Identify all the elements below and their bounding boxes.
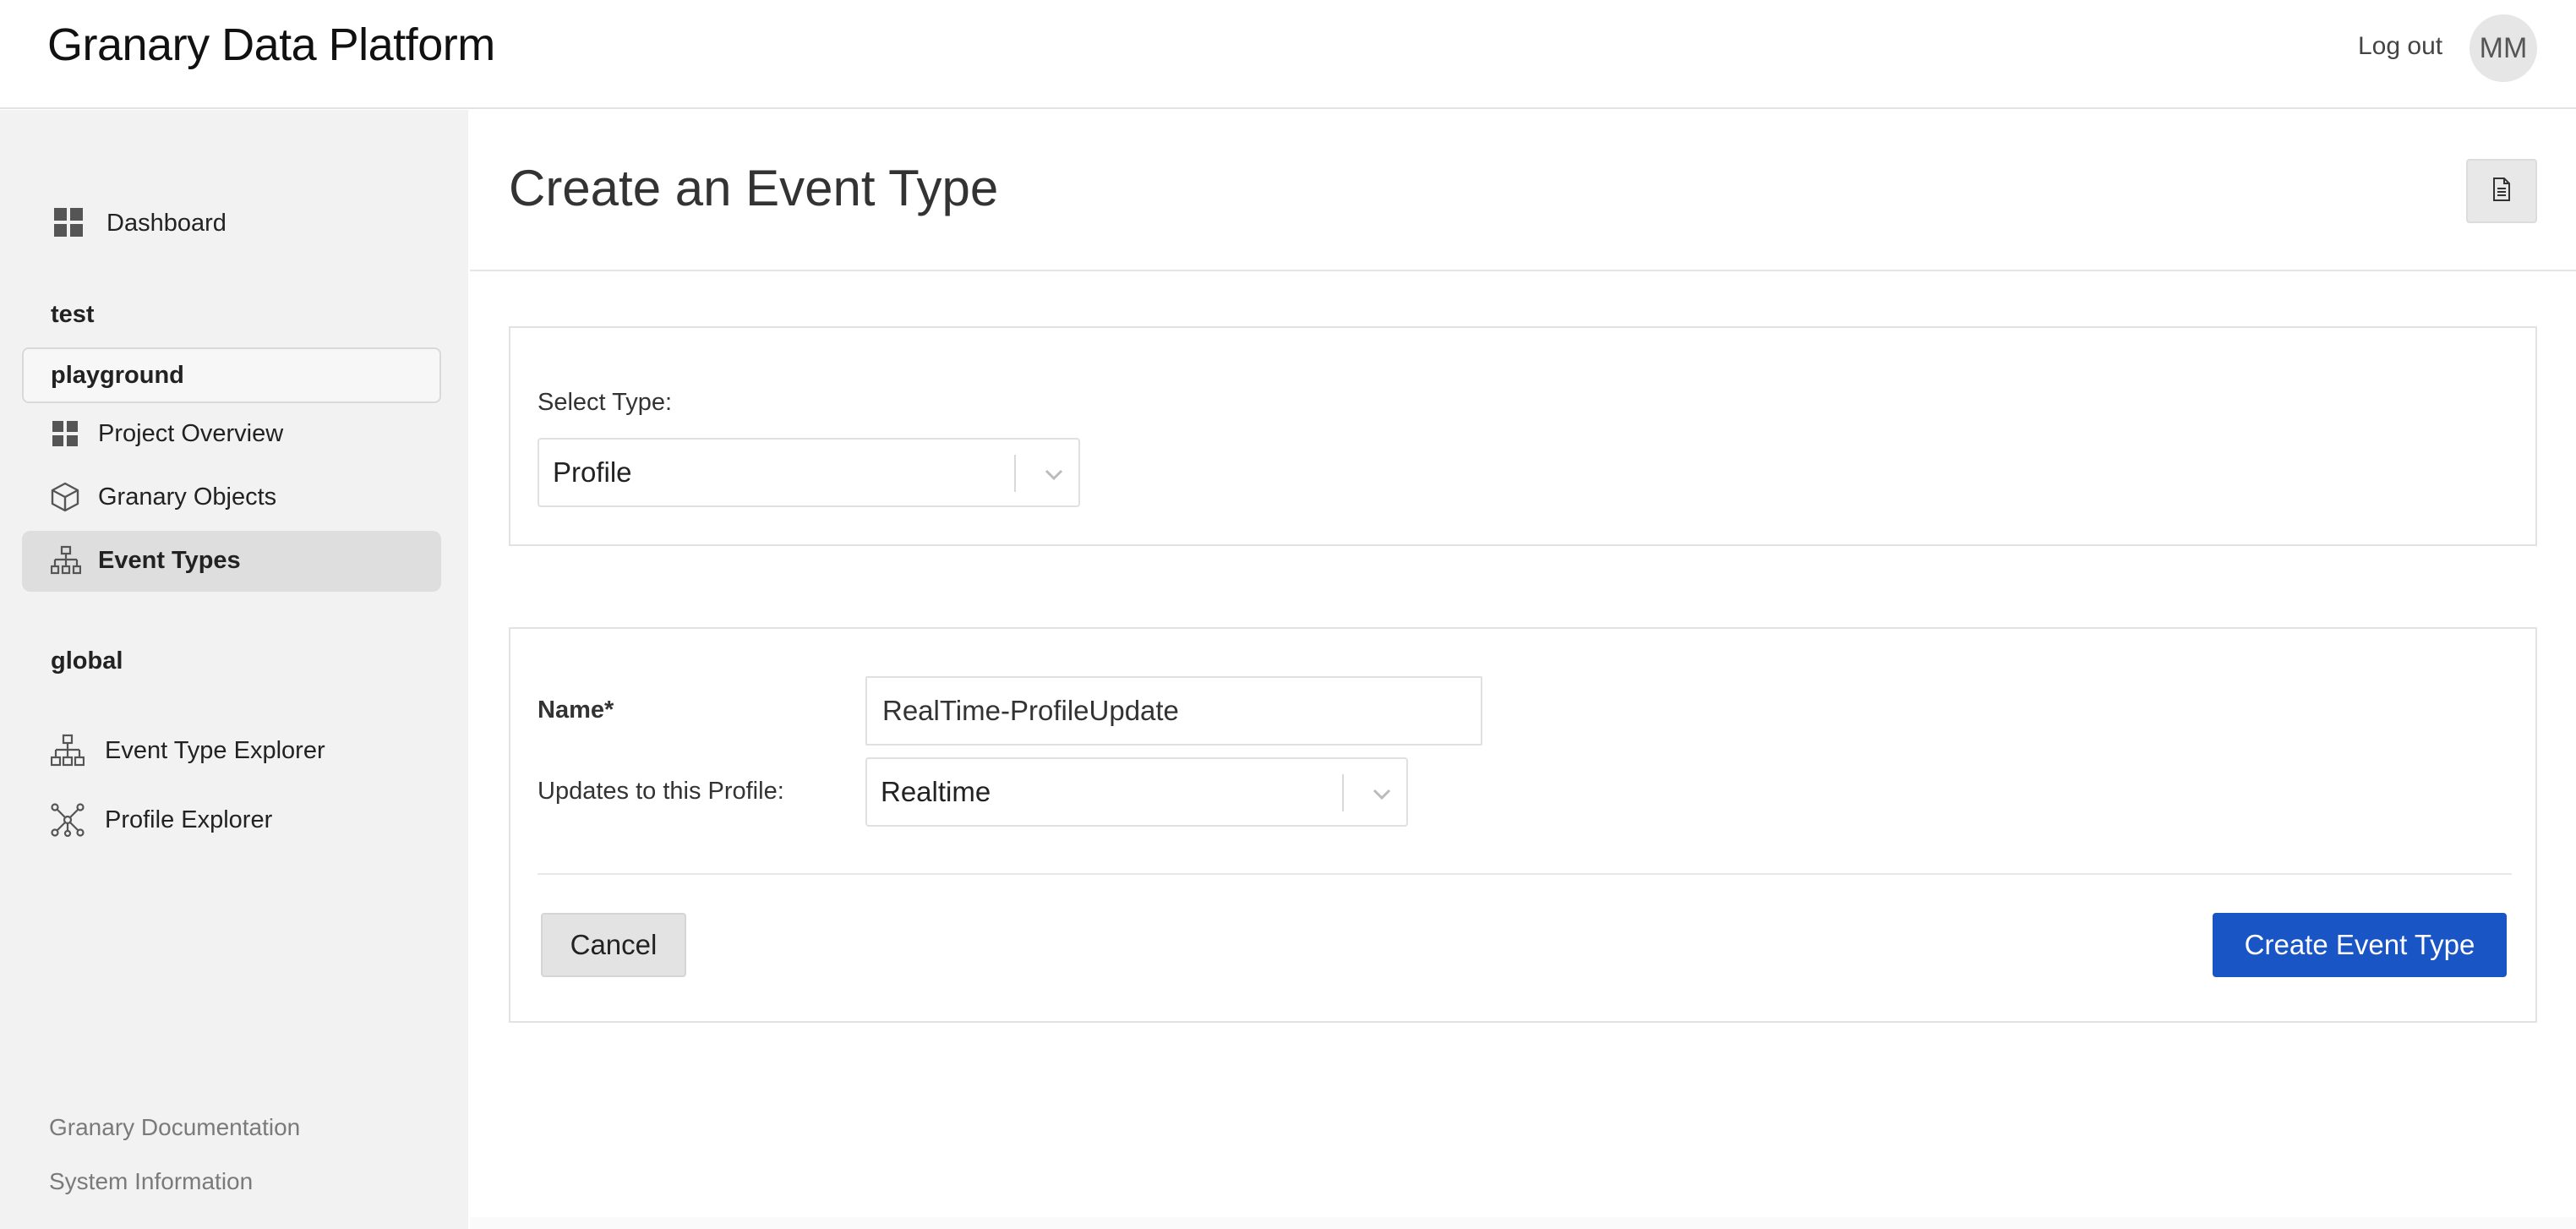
dashboard-icon [52,206,86,240]
type-selection-panel: Select Type: Profile [509,326,2537,546]
select-type-label: Select Type: [538,389,673,416]
page-title: Create an Event Type [509,160,999,216]
updates-label: Updates to this Profile: [538,778,784,805]
sidebar-item-event-type-explorer[interactable]: Event Type Explorer [51,734,325,767]
top-bar: Granary Data Platform Log out MM [0,0,2576,109]
name-label: Name* [538,696,614,724]
updates-select[interactable]: Realtime [865,757,1408,827]
select-separator [1342,774,1344,811]
hierarchy-icon [51,734,85,767]
cube-icon [51,482,79,512]
project-name: playground [51,361,184,389]
sidebar-item-granary-objects[interactable]: Granary Objects [51,482,276,512]
grid-icon [51,419,79,448]
cancel-button[interactable]: Cancel [541,913,686,977]
project-selector[interactable]: playground [22,347,441,403]
sidebar-item-label: Dashboard [106,209,226,237]
sidebar-item-label: Granary Objects [98,483,277,511]
page-header: Create an Event Type [470,110,2576,271]
type-select-value: Profile [553,456,632,488]
sidebar-item-label: Event Types [98,546,241,574]
documentation-link[interactable]: Granary Documentation [49,1114,300,1141]
documentation-button[interactable] [2466,159,2537,223]
system-information-link[interactable]: System Information [49,1168,253,1195]
type-select[interactable]: Profile [538,438,1080,507]
section-heading-global: global [51,647,123,675]
sidebar-item-project-overview[interactable]: Project Overview [51,419,283,448]
sidebar: Dashboard test playground Project Overvi… [0,110,468,1229]
logout-link[interactable]: Log out [2358,32,2442,61]
hierarchy-icon [51,545,81,576]
select-separator [1014,455,1016,492]
sidebar-item-label: Profile Explorer [105,806,273,833]
sidebar-item-dashboard[interactable]: Dashboard [52,206,226,240]
app-title: Granary Data Platform [47,19,495,70]
chevron-down-icon[interactable] [1041,462,1067,487]
updates-select-value: Realtime [881,776,991,807]
section-heading-test: test [51,301,95,328]
sidebar-item-profile-explorer[interactable]: Profile Explorer [51,803,272,837]
event-type-form: Name* Updates to this Profile: Realtime … [509,627,2537,1023]
sidebar-item-label: Event Type Explorer [105,736,325,764]
create-event-type-button[interactable]: Create Event Type [2213,913,2507,977]
footer-strip [470,1217,2576,1229]
document-icon [2491,177,2512,206]
avatar[interactable]: MM [2470,14,2537,82]
sidebar-item-event-types[interactable]: Event Types [51,545,241,576]
name-input[interactable] [865,676,1482,746]
sidebar-item-label: Project Overview [98,419,284,447]
chevron-down-icon[interactable] [1369,781,1394,806]
network-icon [51,803,85,837]
form-divider [538,873,2512,875]
